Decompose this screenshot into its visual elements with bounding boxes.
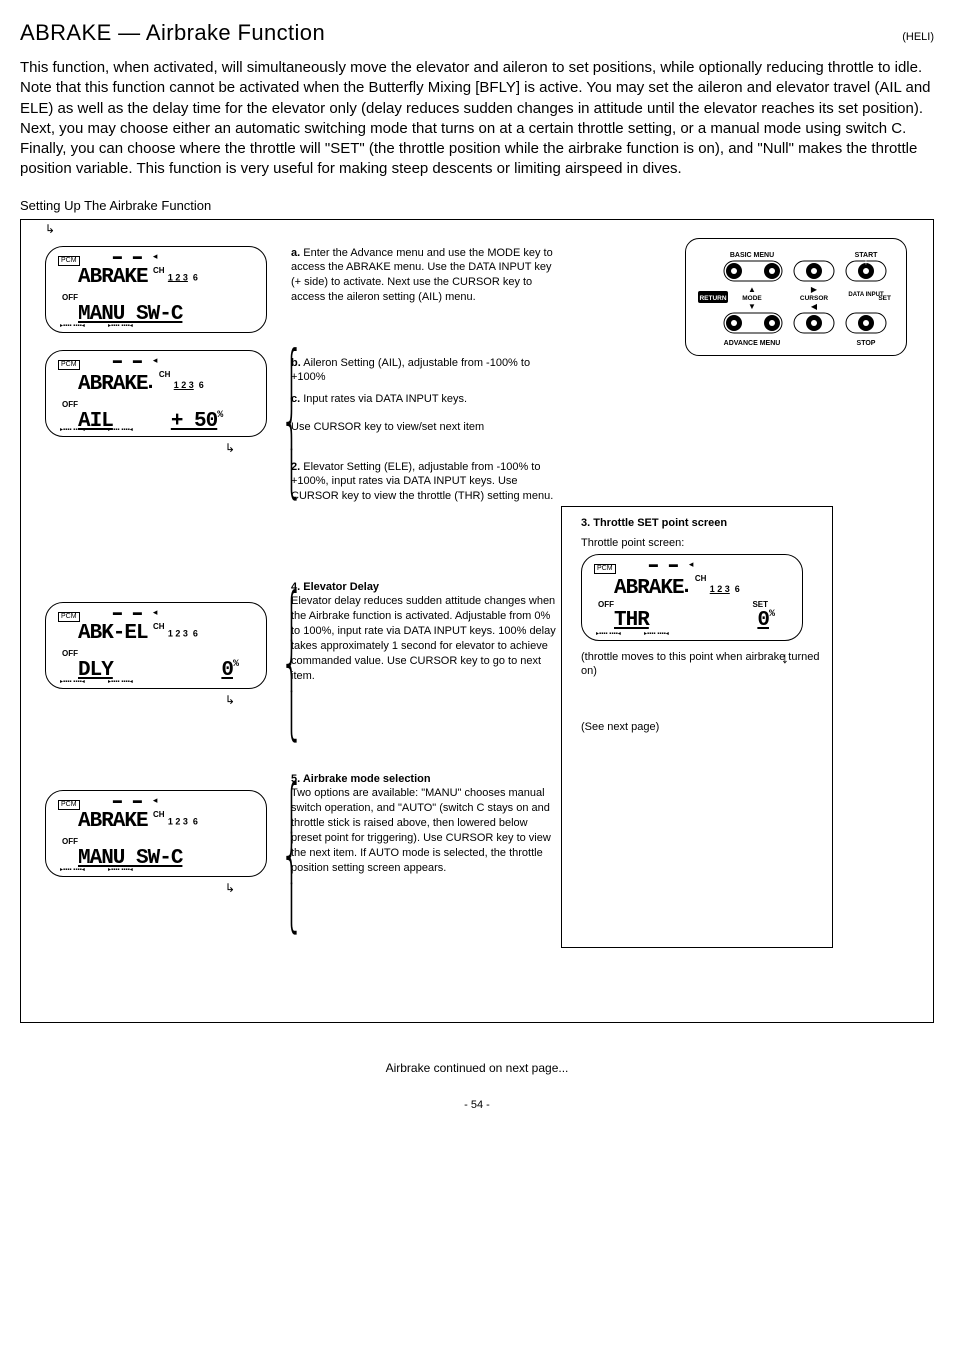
diagram-frame: ↳ BASIC MENU START + RETURN ▲ xyxy=(20,219,934,1023)
setup-heading: Setting Up The Airbrake Function xyxy=(20,198,934,213)
annot-b: b. Aileron Setting (AIL), adjustable fro… xyxy=(291,356,556,386)
ch-numbers: 1 2 3 xyxy=(168,272,188,282)
function-description: This function, when activated, will simu… xyxy=(20,58,934,180)
pcm-badge: PCM xyxy=(58,256,80,266)
lcd-func-abkel: ABK-EL xyxy=(78,622,148,645)
kp-return-label: RETURN xyxy=(699,295,726,302)
lcd-func: ABRAKE xyxy=(78,810,148,833)
kp-stop-label: STOP xyxy=(857,340,876,347)
svg-text:◀: ◀ xyxy=(811,302,818,311)
svg-text:+: + xyxy=(864,258,869,267)
flow-arrow-in: ↳ xyxy=(45,222,55,236)
annot-cursor: Use CURSOR key to view/set next item xyxy=(291,420,556,435)
svg-text:▲: ▲ xyxy=(748,285,756,294)
annot-elev: 2. Elevator Setting (ELE), adjustable fr… xyxy=(291,460,556,505)
kp-basic-label: BASIC MENU xyxy=(730,252,774,259)
off-label: OFF xyxy=(62,837,78,846)
ch6: 6 xyxy=(193,628,198,638)
brace-icon: ⎧⎨⎩ xyxy=(285,782,298,935)
kp-set-label: SET xyxy=(878,295,891,302)
annot-delay: 4. Elevator Delay Elevator delay reduces… xyxy=(291,580,556,684)
lcd-screen-1: PCM ▬ ▬ ◂ ABRAKE CH 1 2 3 6 OFF MANU SW-… xyxy=(45,246,267,333)
off-label: OFF xyxy=(62,400,78,409)
lcd-screen-2: PCM ▬ ▬ ◂ ABRAKE. CH 1 2 3 6 OFF AIL + 5… xyxy=(45,350,267,437)
ch-label: CH xyxy=(153,810,165,819)
ch6: 6 xyxy=(199,380,204,390)
ch-label: CH xyxy=(159,370,171,379)
pcm-badge: PCM xyxy=(58,612,80,622)
page-number: - 54 - xyxy=(20,1099,934,1111)
tx-keypad: BASIC MENU START + RETURN ▲ MODE ▼ ▶ xyxy=(685,238,907,356)
svg-text:▼: ▼ xyxy=(748,302,756,311)
continued-note: Airbrake continued on next page... xyxy=(20,1061,934,1075)
pcm-badge: PCM xyxy=(58,800,80,810)
lcd-screen-4: PCM ▬ ▬ ◂ ABRAKE CH 1 2 3 6 OFF MANU SW-… xyxy=(45,790,267,877)
kp-mode-label: MODE xyxy=(742,295,762,302)
pct: % xyxy=(233,659,238,670)
lcd-func: ABRAKE xyxy=(78,266,148,289)
right-frame xyxy=(561,506,833,948)
annot-c: c. Input rates via DATA INPUT keys. xyxy=(291,392,556,407)
brace-icon: ⎧⎨⎩ xyxy=(285,590,298,743)
ch-label: CH xyxy=(153,266,165,275)
ch6: 6 xyxy=(193,272,198,282)
ch-numbers: 1 2 3 xyxy=(174,380,194,390)
annot-mode: 5. Airbrake mode selection Two options a… xyxy=(291,772,556,876)
kp-advance-label: ADVANCE MENU xyxy=(724,340,781,347)
ch6: 6 xyxy=(193,816,198,826)
annot-a: a. Enter the Advance menu and use the MO… xyxy=(291,246,561,305)
off-label: OFF xyxy=(62,293,78,302)
off-label: OFF xyxy=(62,649,78,658)
lcd-screen-3: PCM ▬ ▬ ◂ ABK-EL CH 1 2 3 6 OFF DLY 0% ▸… xyxy=(45,602,267,689)
svg-text:▶: ▶ xyxy=(811,285,818,294)
kp-cursor-label: CURSOR xyxy=(800,295,828,302)
ch-numbers: 1 2 3 xyxy=(168,628,188,638)
lcd-func: ABRAKE xyxy=(78,373,148,396)
pct: % xyxy=(217,410,222,421)
pcm-badge: PCM xyxy=(58,360,80,370)
ch-label: CH xyxy=(153,622,165,631)
header-context: (HELI) xyxy=(902,31,934,43)
page-title: ABRAKE — Airbrake Function xyxy=(20,20,325,46)
ch-numbers: 1 2 3 xyxy=(168,816,188,826)
svg-text:−: − xyxy=(863,319,868,329)
